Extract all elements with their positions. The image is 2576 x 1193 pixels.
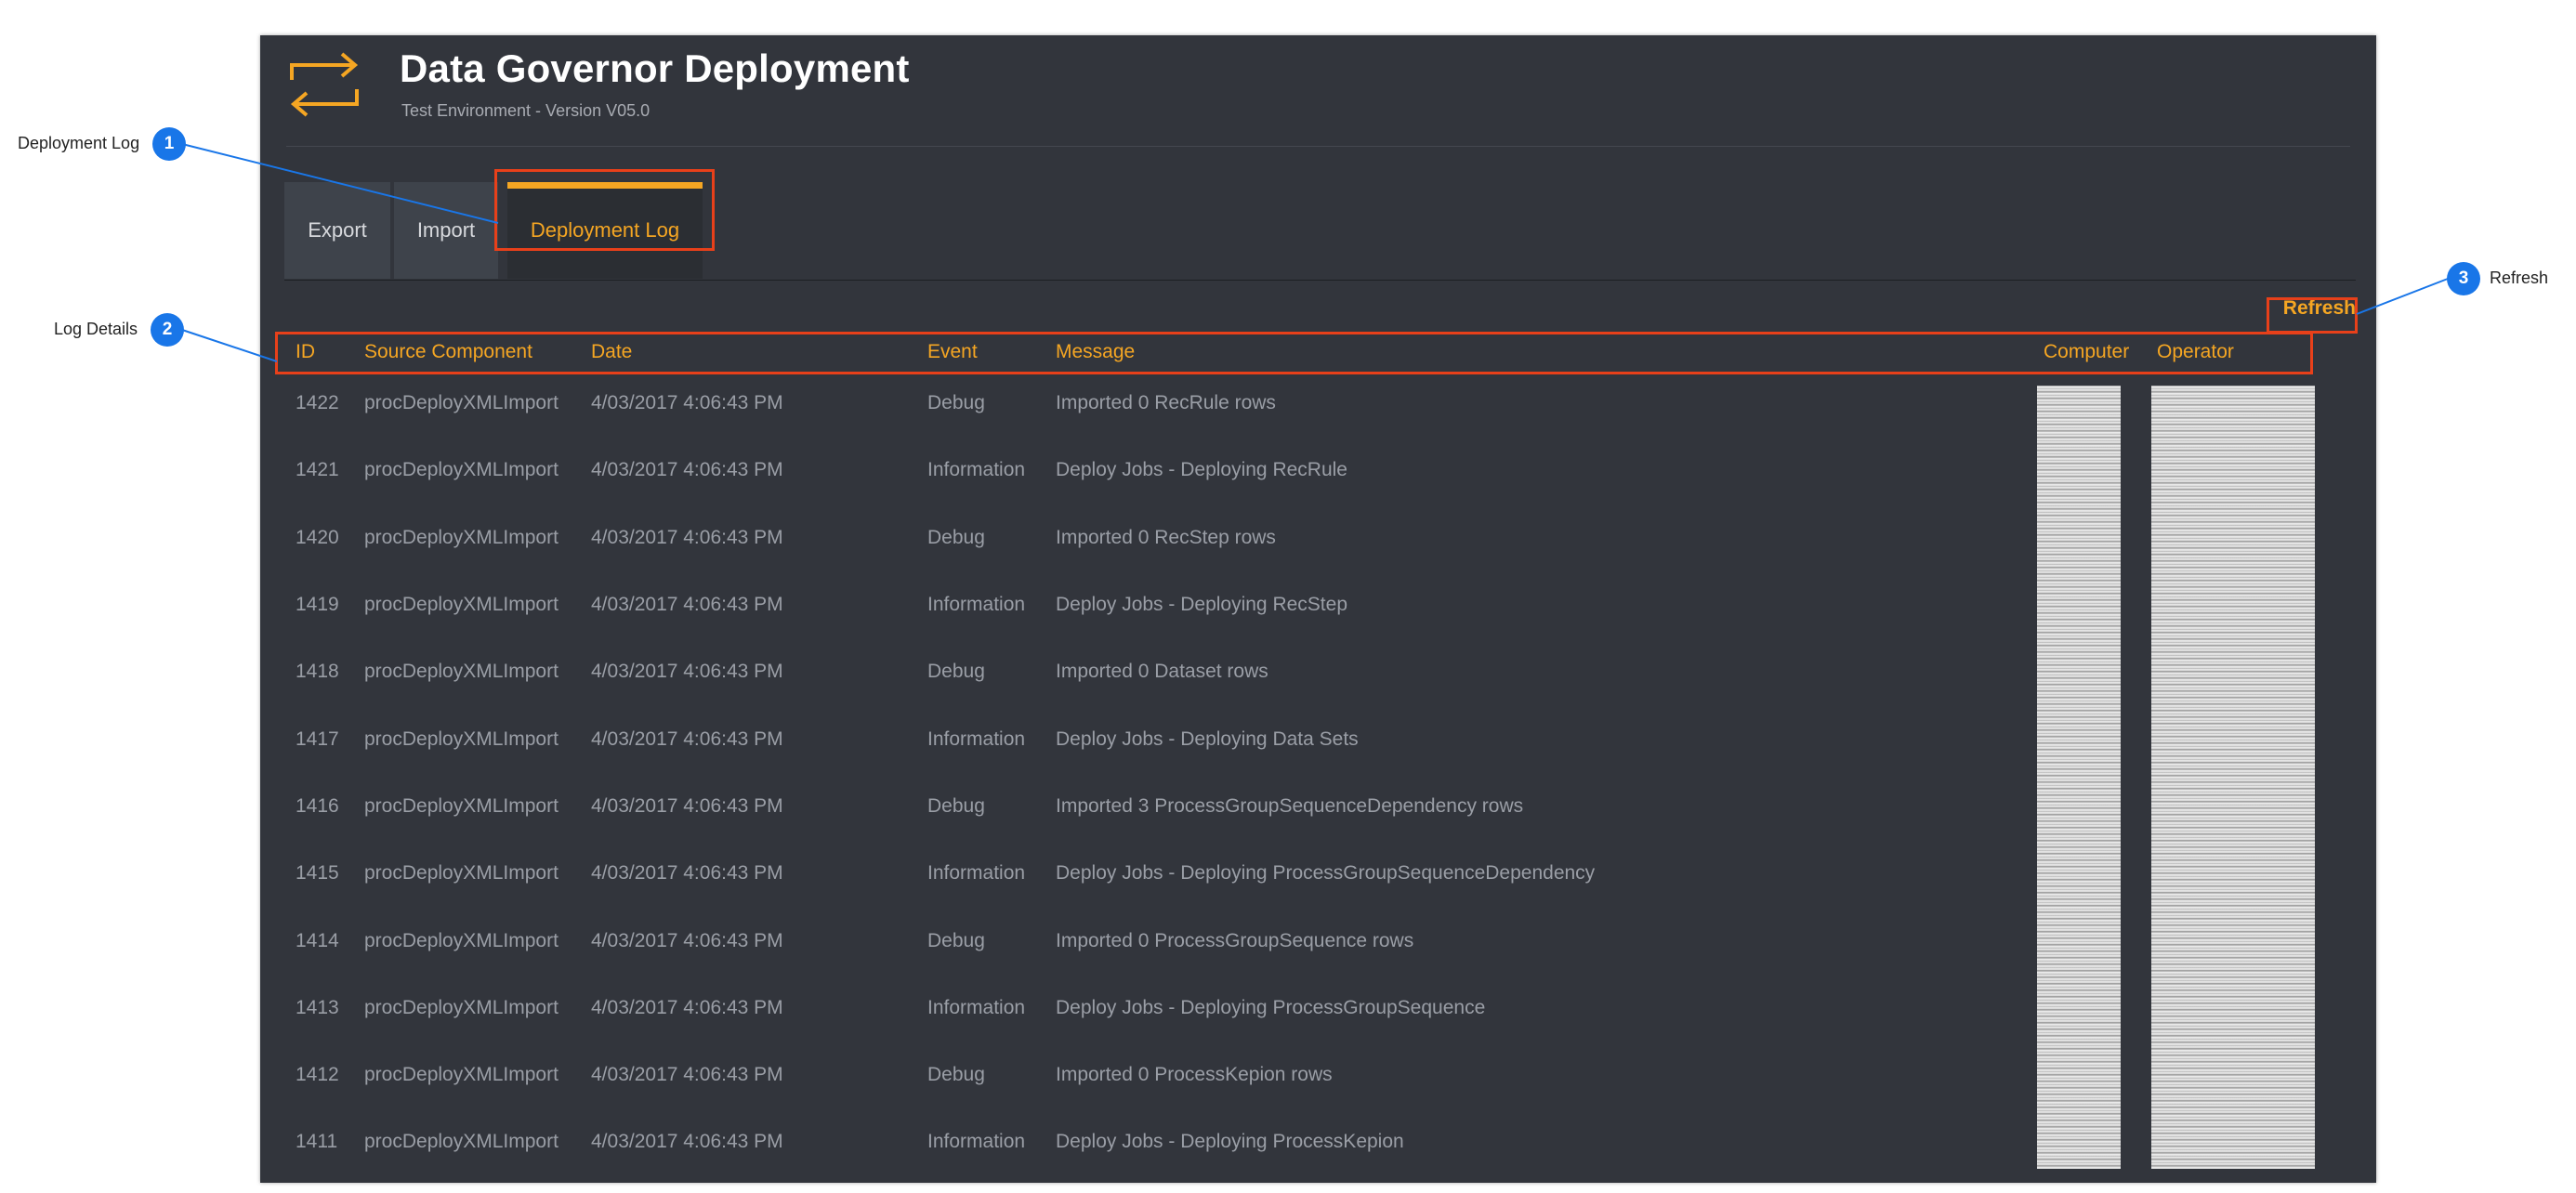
callout-badge-1: 1 [152, 127, 186, 161]
callout-badge-2: 2 [151, 313, 184, 347]
callout-label-1: Deployment Log [18, 134, 140, 152]
callout-leader-lines [181, 143, 2449, 362]
callout-label-3: Refresh [2490, 269, 2549, 287]
callout-badge-3: 3 [2447, 262, 2480, 295]
callout-label-2: Log Details [54, 320, 138, 338]
